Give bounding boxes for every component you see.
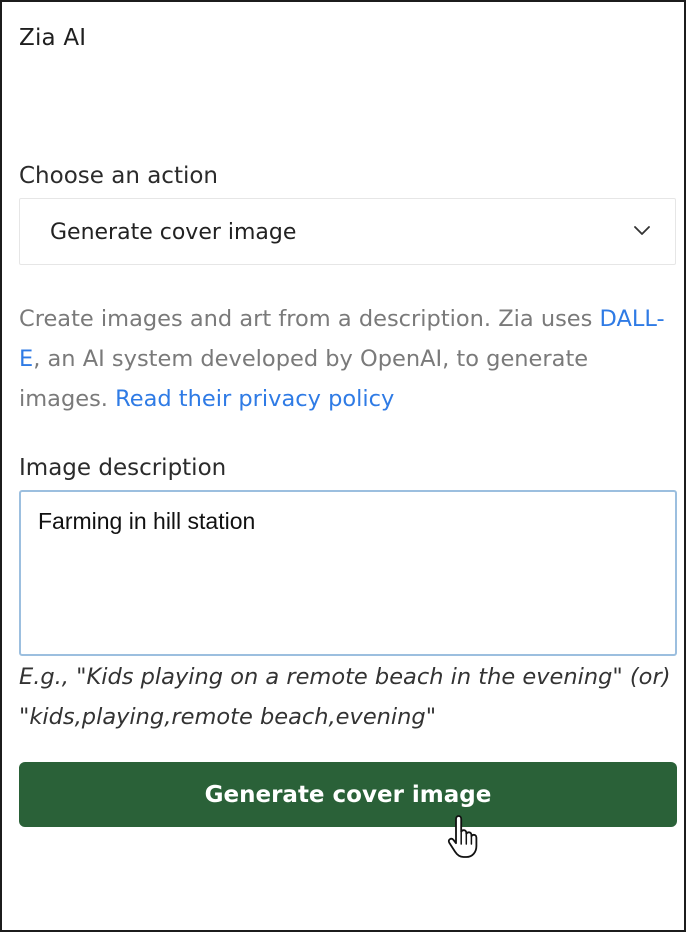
action-select-value: Generate cover image bbox=[50, 220, 297, 245]
help-text-intro: Create images and art from a description… bbox=[19, 306, 600, 332]
privacy-policy-link[interactable]: Read their privacy policy bbox=[115, 386, 394, 412]
action-select[interactable]: Generate cover image bbox=[19, 198, 676, 265]
panel-title: Zia AI bbox=[19, 25, 87, 51]
chevron-down-icon bbox=[633, 221, 651, 239]
choose-action-label: Choose an action bbox=[19, 163, 219, 189]
help-text: Create images and art from a description… bbox=[19, 299, 669, 419]
image-description-label: Image description bbox=[19, 455, 227, 481]
image-description-input[interactable]: Farming in hill station bbox=[19, 490, 677, 656]
zia-ai-panel: Zia AI Choose an action Generate cover i… bbox=[0, 0, 686, 932]
generate-cover-image-button[interactable]: Generate cover image bbox=[19, 762, 677, 827]
example-hint: E.g., "Kids playing on a remote beach in… bbox=[19, 664, 671, 730]
